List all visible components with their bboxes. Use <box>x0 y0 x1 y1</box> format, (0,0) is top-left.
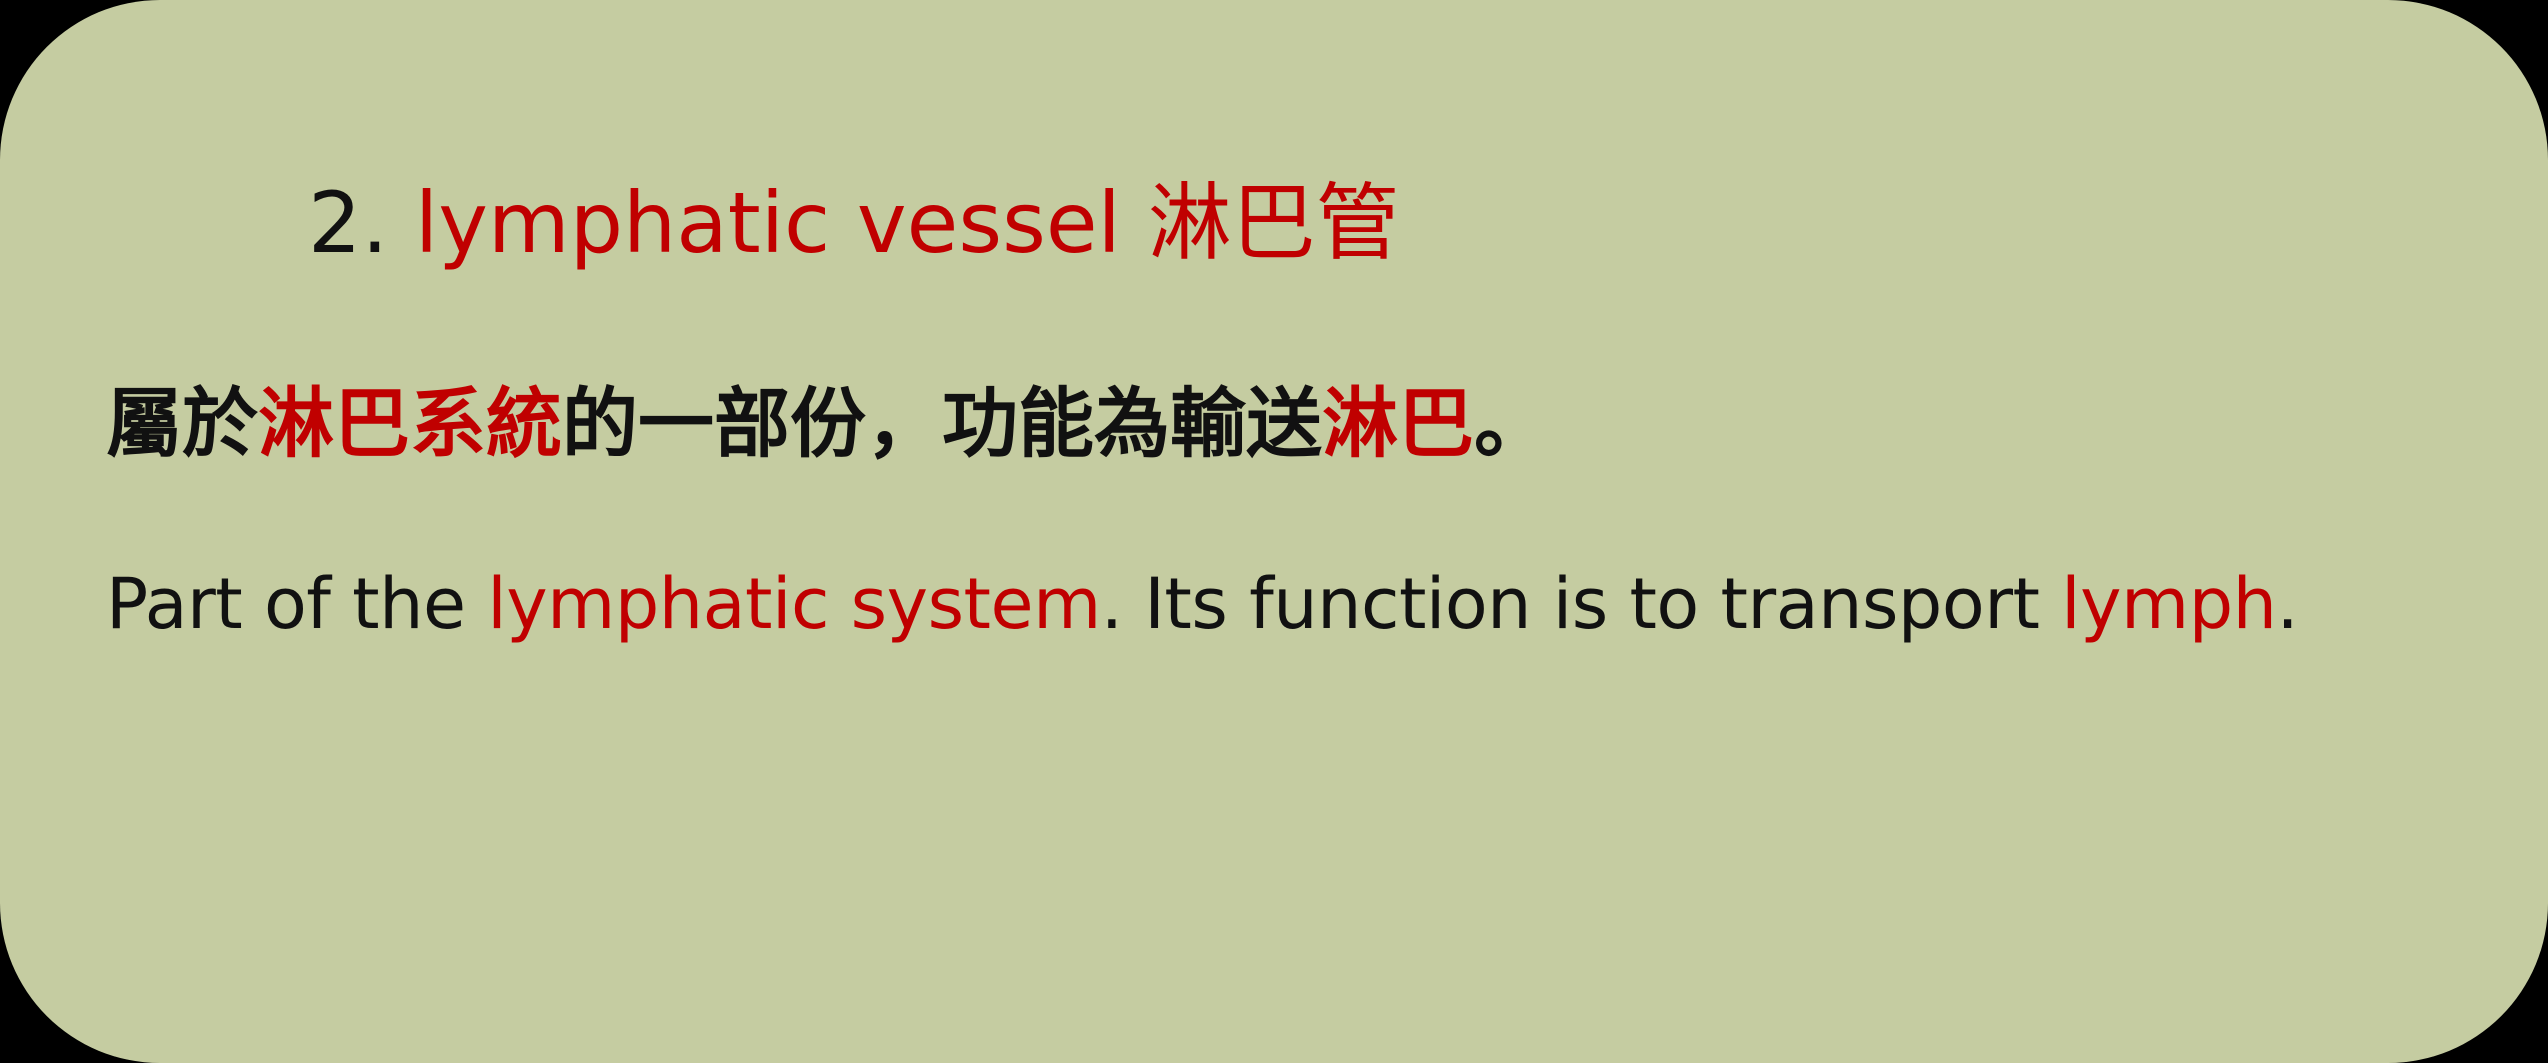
chinese-definition: 屬於淋巴系統的一部份，功能為輸送淋巴。 <box>106 374 1550 474</box>
title-number: 2. <box>308 174 389 272</box>
en-highlight-lymphatic-system: lymphatic system <box>487 563 1101 645</box>
title-term: lymphatic vessel 淋巴管 <box>414 174 1400 272</box>
en-highlight-lymph: lymph <box>2061 563 2277 645</box>
zh-seg-1: 屬於 <box>106 379 258 468</box>
en-seg-1: Part of the <box>106 563 488 645</box>
zh-seg-5: 。 <box>1474 379 1550 468</box>
english-definition: Part of the lymphatic system. Its functi… <box>106 554 2299 654</box>
title-line: 2. lymphatic vessel 淋巴管 <box>308 168 1400 278</box>
en-seg-3: . Its function is to transport <box>1100 563 2062 645</box>
definition-card: 2. lymphatic vessel 淋巴管 屬於淋巴系統的一部份，功能為輸送… <box>0 0 2548 1063</box>
en-seg-5: . <box>2276 563 2299 645</box>
zh-highlight-lymphatic-system: 淋巴系統 <box>258 379 562 468</box>
zh-seg-3: 的一部份，功能為輸送 <box>562 379 1322 468</box>
zh-highlight-lymph: 淋巴 <box>1322 379 1474 468</box>
